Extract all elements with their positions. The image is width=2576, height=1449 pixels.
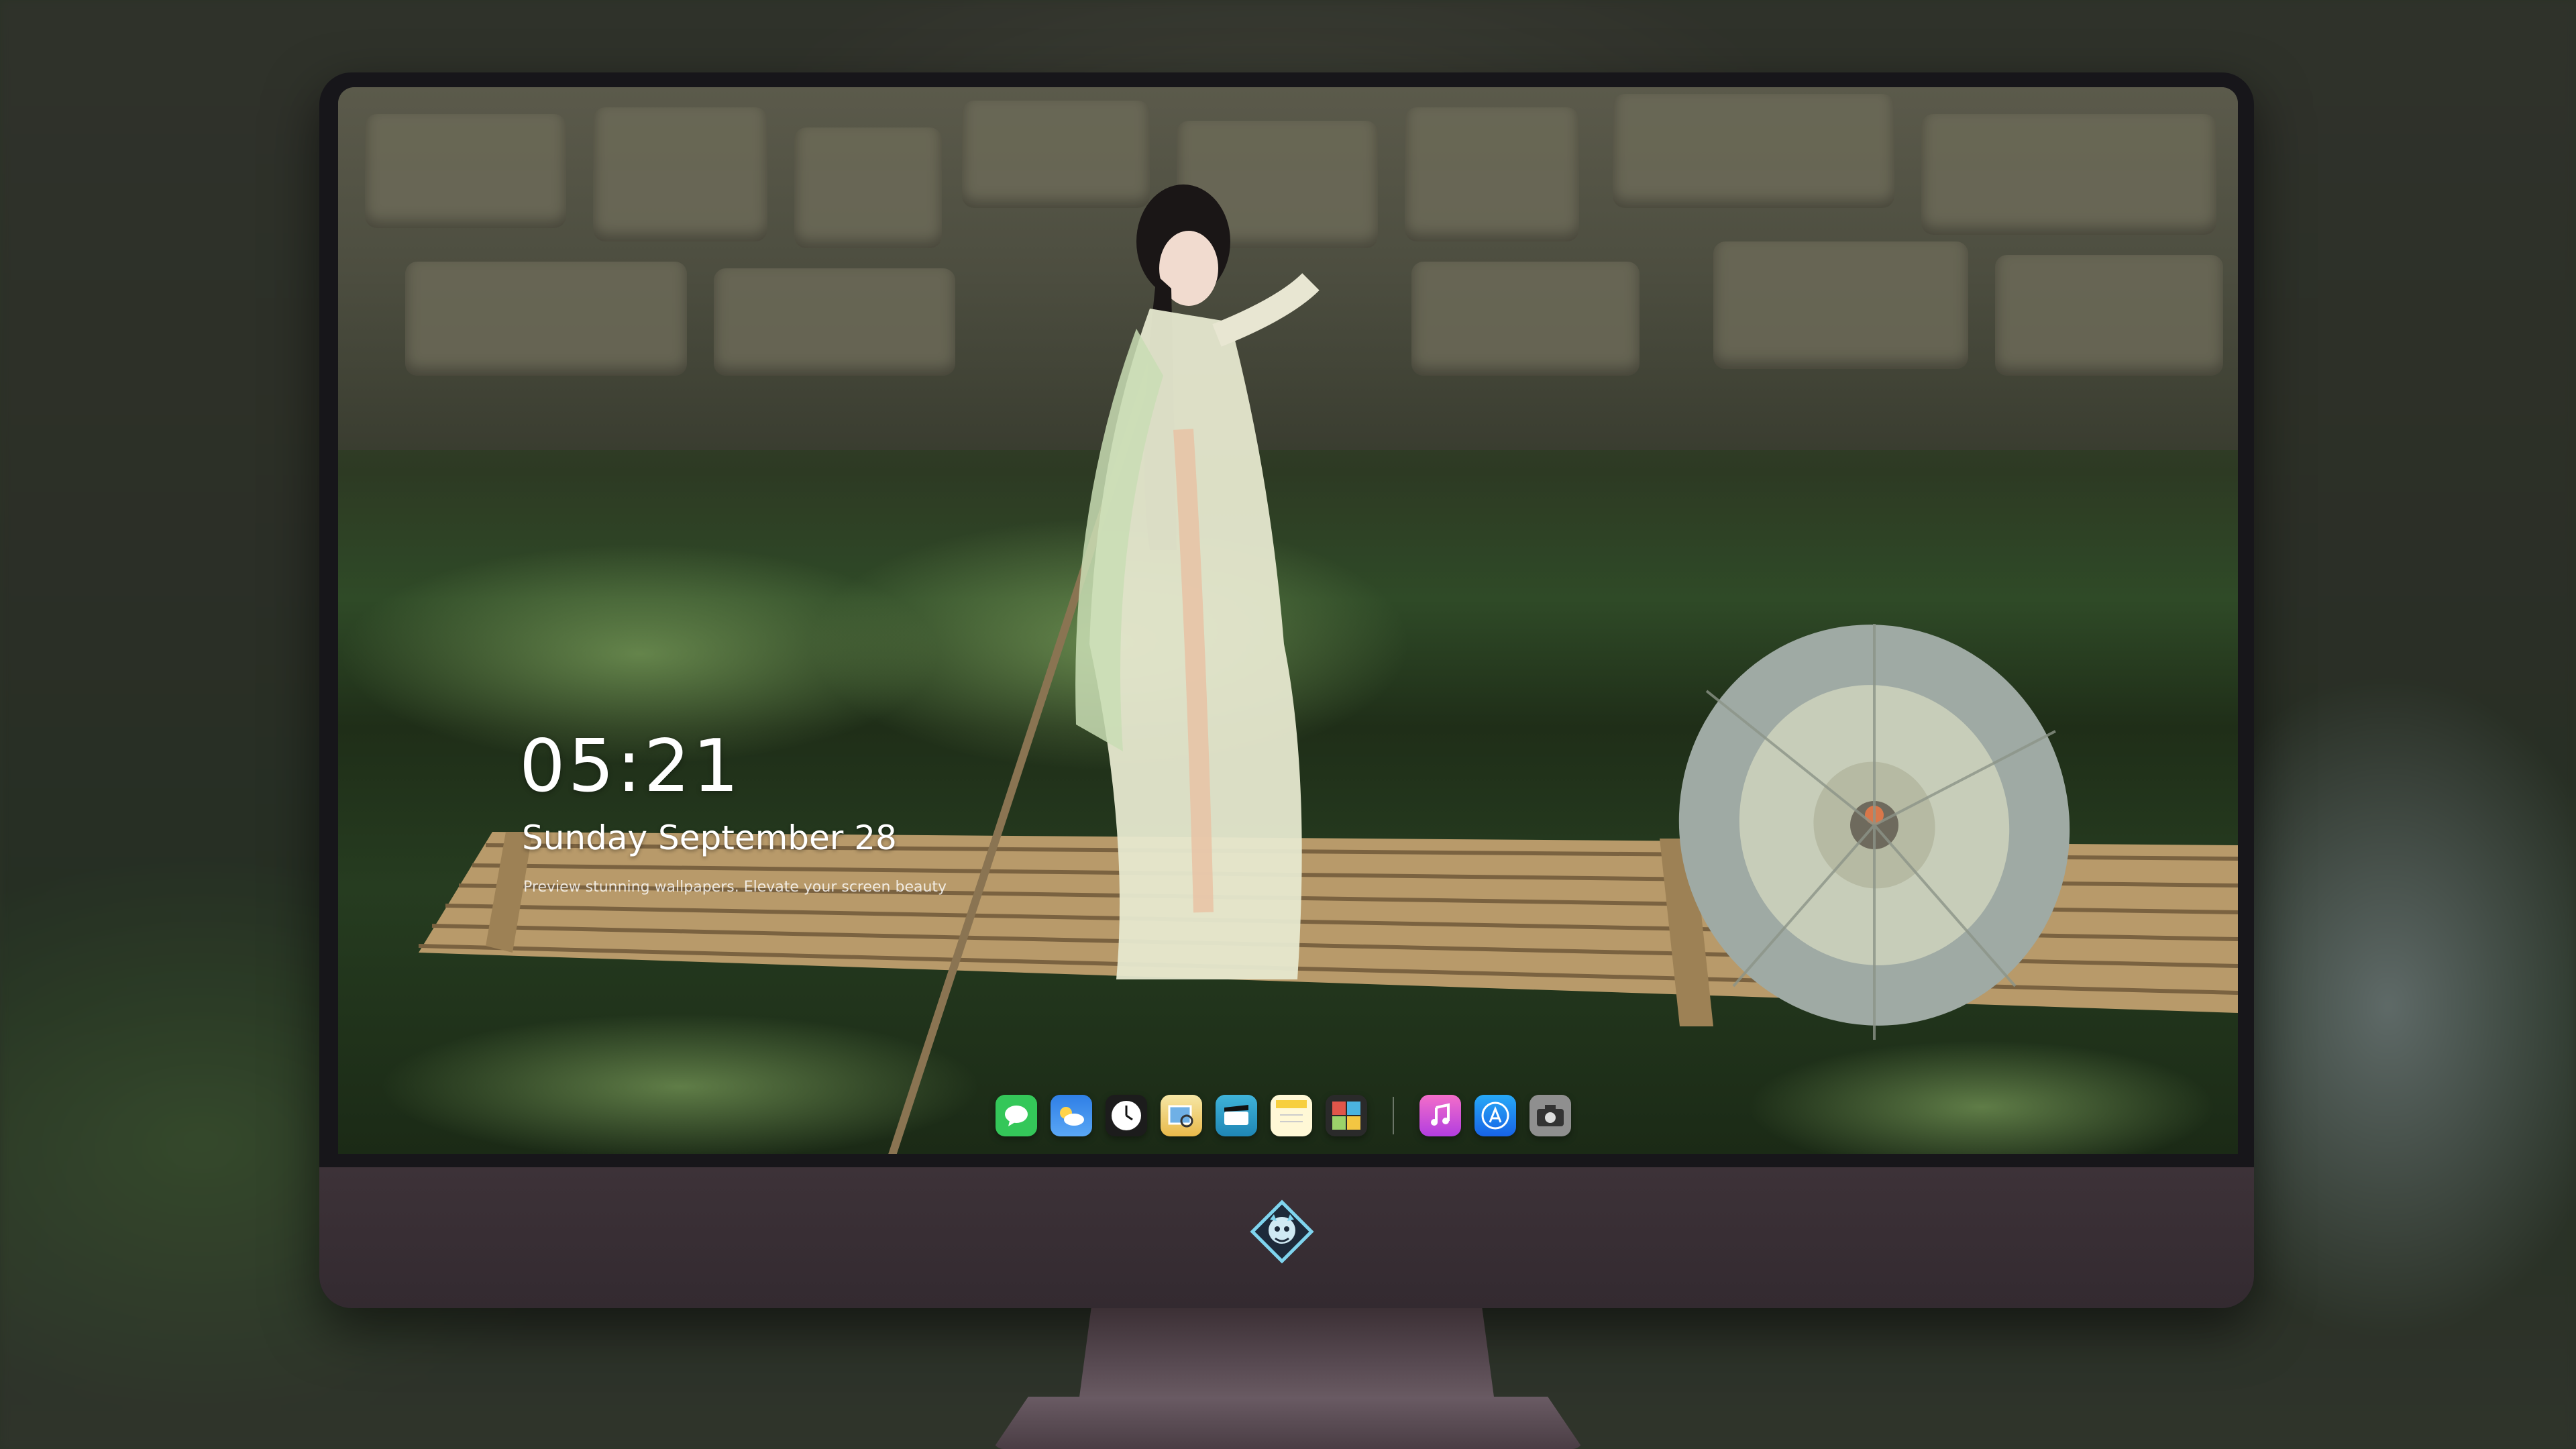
desktop-screen: 05:21 Sunday September 28 Preview stunni… <box>338 87 2238 1154</box>
brand-logo-icon <box>1250 1199 1314 1264</box>
dock <box>996 1092 1571 1139</box>
lockscreen-tagline: Preview stunning wallpapers. Elevate you… <box>523 879 947 896</box>
photo-booth-icon[interactable] <box>1326 1095 1367 1136</box>
dock-separator <box>1393 1097 1394 1134</box>
wallpaper-paper-umbrella <box>1678 624 2070 1040</box>
clock-icon[interactable] <box>1106 1095 1147 1136</box>
music-icon[interactable] <box>1419 1095 1461 1136</box>
notes-icon[interactable] <box>1271 1095 1312 1136</box>
lockscreen-date: Sunday September 28 <box>522 818 897 857</box>
messages-icon[interactable] <box>996 1095 1037 1136</box>
weather-icon[interactable] <box>1051 1095 1092 1136</box>
wallpaper-figure <box>1075 184 1320 979</box>
monitor-stand-base <box>993 1397 1583 1449</box>
preview-icon[interactable] <box>1161 1095 1202 1136</box>
lockscreen-clock: 05:21 <box>519 724 742 808</box>
monitor-stand <box>1079 1308 1495 1402</box>
clips-icon[interactable] <box>1216 1095 1257 1136</box>
camera-icon[interactable] <box>1529 1095 1571 1136</box>
app-store-icon[interactable] <box>1474 1095 1516 1136</box>
